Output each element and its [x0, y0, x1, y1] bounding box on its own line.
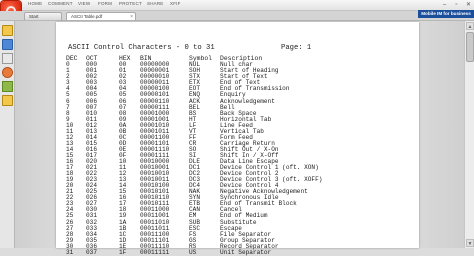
- vertical-scrollbar[interactable]: ▲ ▼: [464, 21, 474, 248]
- document-tab-bar: Start ASCII Table.pdf ×: [0, 11, 474, 21]
- ribbon-tab-share[interactable]: SHARE: [147, 1, 164, 6]
- layers-icon[interactable]: [2, 53, 13, 64]
- minimize-icon[interactable]: –: [440, 1, 449, 9]
- scroll-down-icon[interactable]: ▼: [466, 239, 474, 247]
- scroll-up-icon[interactable]: ▲: [466, 22, 474, 30]
- workspace-right: [419, 21, 464, 248]
- workspace-left: [15, 21, 56, 248]
- pages-icon[interactable]: [2, 39, 13, 50]
- ribbon-tab-view[interactable]: VIEW: [78, 1, 90, 6]
- signature-icon[interactable]: [2, 95, 13, 106]
- page-title: ASCII Control Characters - 0 to 31: [68, 44, 215, 52]
- ribbon-tab-comment[interactable]: COMMENT: [48, 1, 73, 6]
- cell-description: Unit Separator: [220, 248, 272, 256]
- cell-symbol: US: [189, 248, 197, 256]
- attachment-icon[interactable]: [2, 81, 13, 92]
- cell-oct: 037: [86, 248, 97, 256]
- tab-close-icon[interactable]: ×: [130, 13, 133, 21]
- cell-dec: 31: [66, 248, 74, 256]
- tab-ascii-table-label: ASCII Table.pdf: [71, 14, 103, 19]
- ribbon-tab-protect[interactable]: PROTECT: [119, 1, 142, 6]
- ribbon-tab-form[interactable]: FORM: [98, 1, 112, 6]
- ribbon-tab-xfif[interactable]: XFIF: [170, 1, 181, 6]
- page-number: Page: 1: [281, 44, 312, 52]
- close-icon[interactable]: ✕: [464, 1, 473, 9]
- cell-hex: 1F: [119, 248, 127, 256]
- ribbon-bar: HOME COMMENT VIEW FORM PROTECT SHARE XFI…: [0, 0, 474, 11]
- pdf-page: ASCII Control Characters - 0 to 31 Page:…: [56, 22, 419, 255]
- bookmark-icon[interactable]: [2, 25, 13, 36]
- ribbon-tab-home[interactable]: HOME: [28, 1, 42, 6]
- tab-ascii-table[interactable]: ASCII Table.pdf ×: [66, 12, 136, 20]
- promo-banner[interactable]: Mobile IM for business: [418, 10, 474, 18]
- cell-bin: 00011111: [140, 248, 170, 256]
- comment-icon[interactable]: [2, 67, 13, 78]
- maximize-icon[interactable]: ▫: [452, 1, 461, 9]
- tab-start-label: Start: [29, 14, 39, 19]
- scroll-thumb[interactable]: [466, 32, 474, 62]
- left-sidebar: [0, 21, 15, 248]
- tab-start[interactable]: Start: [24, 12, 62, 20]
